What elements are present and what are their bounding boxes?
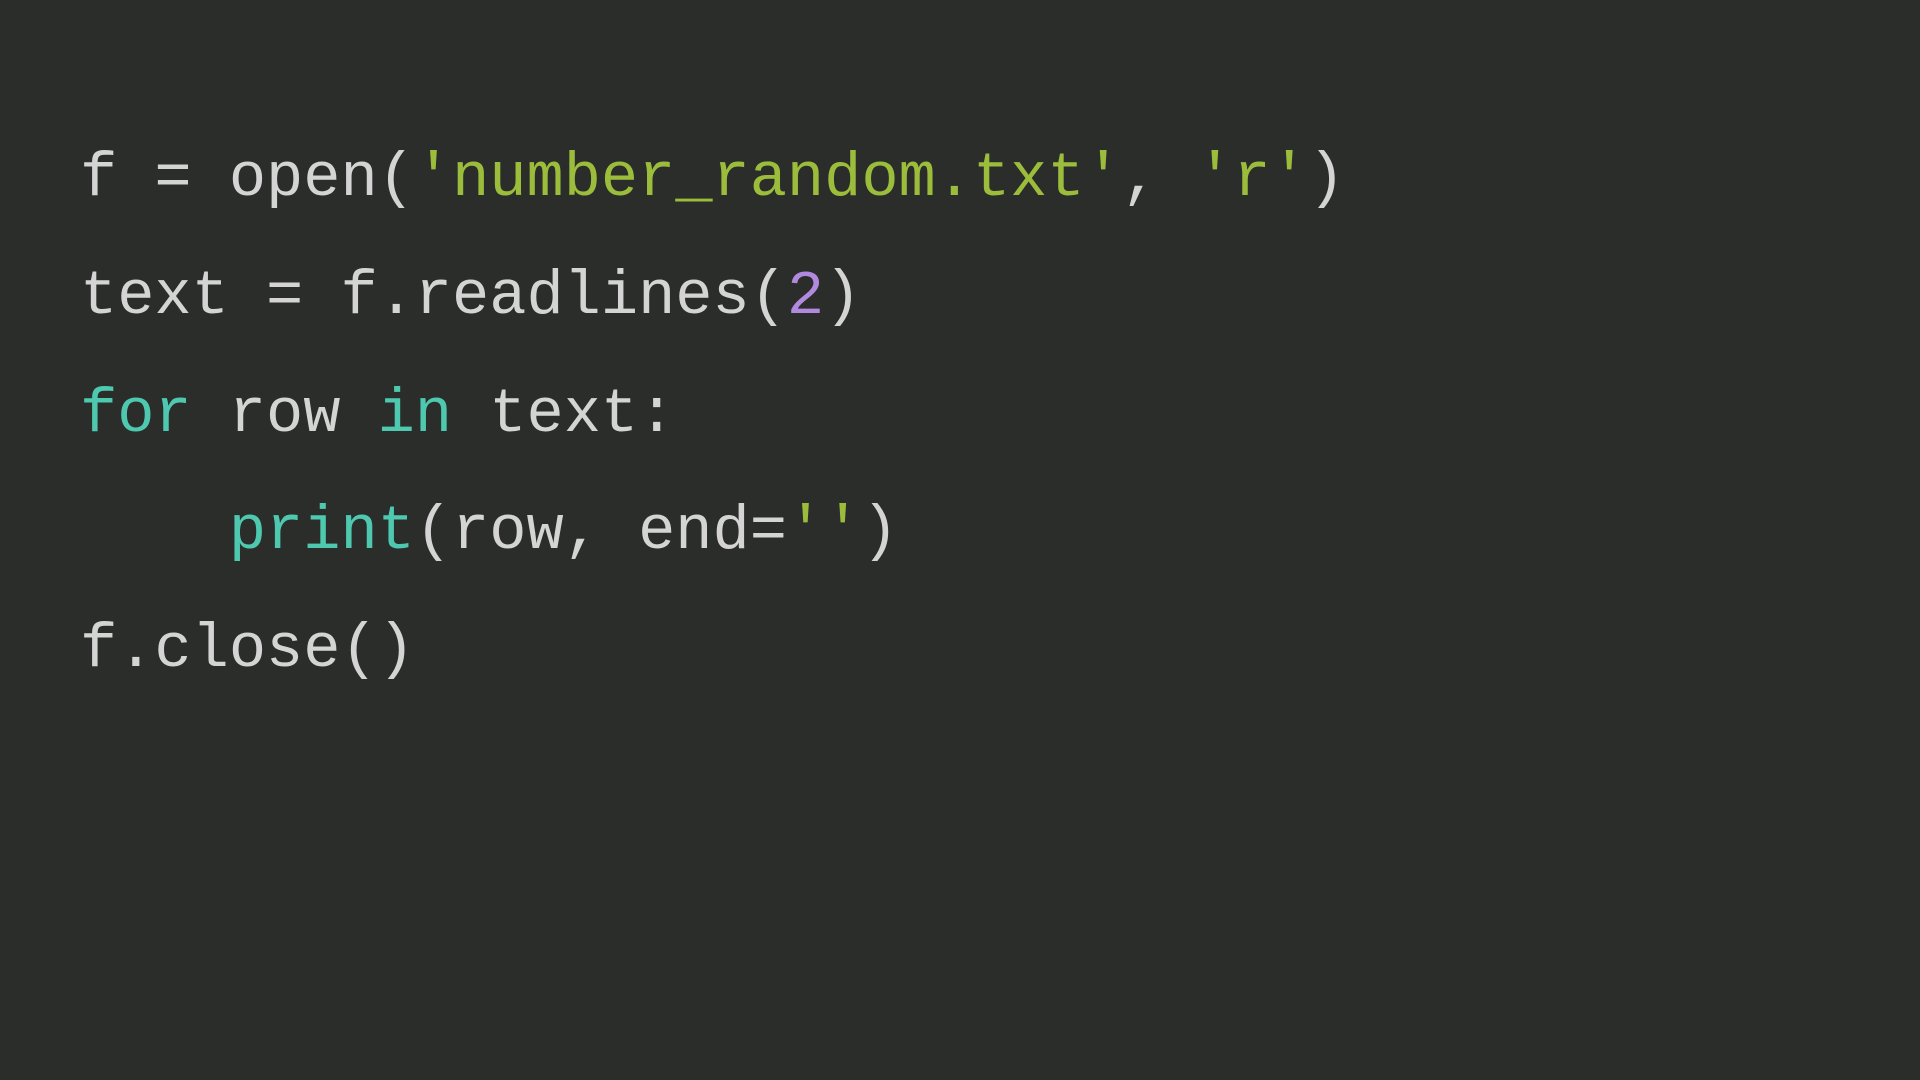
token-var: text: — [452, 379, 675, 450]
token-args: (row, end= — [415, 496, 787, 567]
code-line-7: f.close() — [80, 591, 1840, 709]
token-paren: ) — [861, 496, 898, 567]
token-comma: , — [1122, 143, 1196, 214]
code-line-3: text = f.readlines(2) — [80, 238, 1840, 356]
code-line-6: print(row, end='') — [80, 473, 1840, 591]
code-line-1: f = open('number_random.txt', 'r') — [80, 120, 1840, 238]
token-indent — [80, 496, 229, 567]
token-builtin-print: print — [229, 496, 415, 567]
token-paren: ) — [1308, 143, 1345, 214]
token-paren: ) — [824, 261, 861, 332]
code-line-5: for row in text: — [80, 356, 1840, 474]
token-method: f.close() — [80, 614, 415, 685]
token-var: text = f.readlines( — [80, 261, 787, 332]
token-string: 'r' — [1196, 143, 1308, 214]
token-number: 2 — [787, 261, 824, 332]
token-keyword-in: in — [378, 379, 452, 450]
code-editor[interactable]: f = open('number_random.txt', 'r')text =… — [80, 120, 1840, 709]
token-func: open — [229, 143, 378, 214]
token-var: row — [192, 379, 378, 450]
token-string: '' — [787, 496, 861, 567]
token-paren: ( — [378, 143, 415, 214]
token-keyword-for: for — [80, 379, 192, 450]
token-var: f = — [80, 143, 229, 214]
token-string: 'number_random.txt' — [415, 143, 1122, 214]
